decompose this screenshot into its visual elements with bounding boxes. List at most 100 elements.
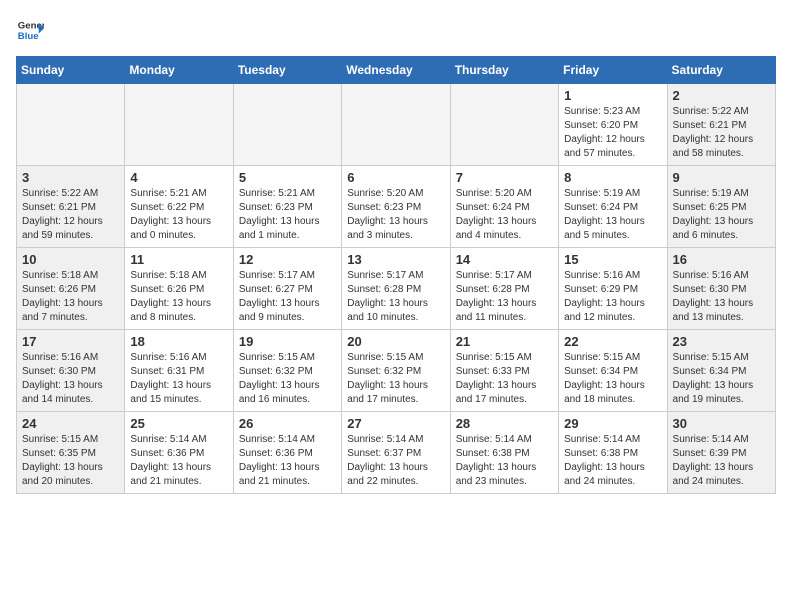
calendar-cell: 13 Sunrise: 5:17 AM Sunset: 6:28 PM Dayli… — [342, 248, 450, 330]
day-number: 16 — [673, 252, 770, 267]
week-row-3: 17 Sunrise: 5:16 AM Sunset: 6:30 PM Dayli… — [17, 330, 776, 412]
day-info: Sunrise: 5:14 AM Sunset: 6:36 PM Dayligh… — [239, 433, 336, 489]
calendar-cell: 11 Sunrise: 5:18 AM Sunset: 6:26 PM Dayli… — [125, 248, 233, 330]
day-number: 28 — [456, 416, 553, 431]
day-info: Sunrise: 5:20 AM Sunset: 6:23 PM Dayligh… — [347, 187, 444, 243]
day-info: Sunrise: 5:19 AM Sunset: 6:25 PM Dayligh… — [673, 187, 770, 243]
day-info: Sunrise: 5:17 AM Sunset: 6:28 PM Dayligh… — [347, 269, 444, 325]
day-number: 11 — [130, 252, 227, 267]
day-number: 23 — [673, 334, 770, 349]
day-number: 26 — [239, 416, 336, 431]
weekday-header-wednesday: Wednesday — [342, 57, 450, 84]
day-info: Sunrise: 5:15 AM Sunset: 6:34 PM Dayligh… — [564, 351, 661, 407]
calendar-cell: 15 Sunrise: 5:16 AM Sunset: 6:29 PM Dayli… — [559, 248, 667, 330]
weekday-header-thursday: Thursday — [450, 57, 558, 84]
calendar-cell: 16Sunrise: 5:16 AM Sunset: 6:30 PM Dayli… — [667, 248, 775, 330]
day-number: 4 — [130, 170, 227, 185]
day-info: Sunrise: 5:14 AM Sunset: 6:39 PM Dayligh… — [673, 433, 770, 489]
week-row-0: 1Sunrise: 5:23 AM Sunset: 6:20 PM Daylig… — [17, 84, 776, 166]
day-number: 9 — [673, 170, 770, 185]
day-info: Sunrise: 5:18 AM Sunset: 6:26 PM Dayligh… — [22, 269, 119, 325]
svg-text:Blue: Blue — [18, 31, 39, 42]
day-number: 2 — [673, 88, 770, 103]
day-number: 27 — [347, 416, 444, 431]
day-number: 14 — [456, 252, 553, 267]
day-info: Sunrise: 5:16 AM Sunset: 6:31 PM Dayligh… — [130, 351, 227, 407]
day-number: 20 — [347, 334, 444, 349]
calendar-cell: 1Sunrise: 5:23 AM Sunset: 6:20 PM Daylig… — [559, 84, 667, 166]
day-number: 30 — [673, 416, 770, 431]
day-number: 1 — [564, 88, 661, 103]
day-number: 25 — [130, 416, 227, 431]
day-info: Sunrise: 5:21 AM Sunset: 6:22 PM Dayligh… — [130, 187, 227, 243]
day-number: 24 — [22, 416, 119, 431]
day-number: 22 — [564, 334, 661, 349]
day-info: Sunrise: 5:14 AM Sunset: 6:36 PM Dayligh… — [130, 433, 227, 489]
day-info: Sunrise: 5:19 AM Sunset: 6:24 PM Dayligh… — [564, 187, 661, 243]
day-number: 8 — [564, 170, 661, 185]
day-info: Sunrise: 5:16 AM Sunset: 6:29 PM Dayligh… — [564, 269, 661, 325]
calendar-cell: 3 Sunrise: 5:22 AM Sunset: 6:21 PM Daylig… — [17, 166, 125, 248]
calendar-cell: 6Sunrise: 5:20 AM Sunset: 6:23 PM Daylig… — [342, 166, 450, 248]
day-number: 21 — [456, 334, 553, 349]
weekday-header-friday: Friday — [559, 57, 667, 84]
day-number: 7 — [456, 170, 553, 185]
calendar-cell: 9 Sunrise: 5:19 AM Sunset: 6:25 PM Daylig… — [667, 166, 775, 248]
day-info: Sunrise: 5:18 AM Sunset: 6:26 PM Dayligh… — [130, 269, 227, 325]
day-number: 12 — [239, 252, 336, 267]
calendar-cell: 21 Sunrise: 5:15 AM Sunset: 6:33 PM Dayli… — [450, 330, 558, 412]
calendar-cell: 7 Sunrise: 5:20 AM Sunset: 6:24 PM Daylig… — [450, 166, 558, 248]
calendar-cell: 2 Sunrise: 5:22 AM Sunset: 6:21 PM Daylig… — [667, 84, 775, 166]
calendar-cell: 4 Sunrise: 5:21 AM Sunset: 6:22 PM Daylig… — [125, 166, 233, 248]
day-info: Sunrise: 5:22 AM Sunset: 6:21 PM Dayligh… — [22, 187, 119, 243]
weekday-header-monday: Monday — [125, 57, 233, 84]
week-row-2: 10 Sunrise: 5:18 AM Sunset: 6:26 PM Dayli… — [17, 248, 776, 330]
weekday-header-tuesday: Tuesday — [233, 57, 341, 84]
day-number: 18 — [130, 334, 227, 349]
calendar-cell: 26 Sunrise: 5:14 AM Sunset: 6:36 PM Dayli… — [233, 412, 341, 494]
day-info: Sunrise: 5:15 AM Sunset: 6:32 PM Dayligh… — [239, 351, 336, 407]
day-info: Sunrise: 5:21 AM Sunset: 6:23 PM Dayligh… — [239, 187, 336, 243]
weekday-header-saturday: Saturday — [667, 57, 775, 84]
calendar-cell: 18 Sunrise: 5:16 AM Sunset: 6:31 PM Dayli… — [125, 330, 233, 412]
day-number: 13 — [347, 252, 444, 267]
day-number: 3 — [22, 170, 119, 185]
logo-icon: General Blue — [16, 16, 44, 44]
calendar-cell: 29Sunrise: 5:14 AM Sunset: 6:38 PM Dayli… — [559, 412, 667, 494]
calendar-cell: 20 Sunrise: 5:15 AM Sunset: 6:32 PM Dayli… — [342, 330, 450, 412]
day-info: Sunrise: 5:17 AM Sunset: 6:28 PM Dayligh… — [456, 269, 553, 325]
day-info: Sunrise: 5:22 AM Sunset: 6:21 PM Dayligh… — [673, 105, 770, 161]
calendar-cell: 10 Sunrise: 5:18 AM Sunset: 6:26 PM Dayli… — [17, 248, 125, 330]
day-info: Sunrise: 5:15 AM Sunset: 6:32 PM Dayligh… — [347, 351, 444, 407]
week-row-1: 3 Sunrise: 5:22 AM Sunset: 6:21 PM Daylig… — [17, 166, 776, 248]
day-info: Sunrise: 5:14 AM Sunset: 6:38 PM Dayligh… — [456, 433, 553, 489]
day-info: Sunrise: 5:15 AM Sunset: 6:34 PM Dayligh… — [673, 351, 770, 407]
day-number: 10 — [22, 252, 119, 267]
calendar-cell — [450, 84, 558, 166]
calendar-cell: 8 Sunrise: 5:19 AM Sunset: 6:24 PM Daylig… — [559, 166, 667, 248]
calendar-cell: 5 Sunrise: 5:21 AM Sunset: 6:23 PM Daylig… — [233, 166, 341, 248]
day-info: Sunrise: 5:14 AM Sunset: 6:37 PM Dayligh… — [347, 433, 444, 489]
calendar-cell: 25 Sunrise: 5:14 AM Sunset: 6:36 PM Dayli… — [125, 412, 233, 494]
day-info: Sunrise: 5:15 AM Sunset: 6:35 PM Dayligh… — [22, 433, 119, 489]
day-number: 17 — [22, 334, 119, 349]
day-number: 15 — [564, 252, 661, 267]
logo: General Blue — [16, 16, 44, 44]
calendar-cell: 28 Sunrise: 5:14 AM Sunset: 6:38 PM Dayli… — [450, 412, 558, 494]
calendar-cell: 17 Sunrise: 5:16 AM Sunset: 6:30 PM Dayli… — [17, 330, 125, 412]
day-info: Sunrise: 5:14 AM Sunset: 6:38 PM Dayligh… — [564, 433, 661, 489]
calendar-cell: 24 Sunrise: 5:15 AM Sunset: 6:35 PM Dayli… — [17, 412, 125, 494]
day-info: Sunrise: 5:15 AM Sunset: 6:33 PM Dayligh… — [456, 351, 553, 407]
day-number: 5 — [239, 170, 336, 185]
weekday-header-sunday: Sunday — [17, 57, 125, 84]
calendar-cell: 14 Sunrise: 5:17 AM Sunset: 6:28 PM Dayli… — [450, 248, 558, 330]
calendar-header: SundayMondayTuesdayWednesdayThursdayFrid… — [17, 57, 776, 84]
week-row-4: 24 Sunrise: 5:15 AM Sunset: 6:35 PM Dayli… — [17, 412, 776, 494]
day-info: Sunrise: 5:20 AM Sunset: 6:24 PM Dayligh… — [456, 187, 553, 243]
calendar-cell — [125, 84, 233, 166]
calendar-cell: 12Sunrise: 5:17 AM Sunset: 6:27 PM Dayli… — [233, 248, 341, 330]
calendar-cell: 27 Sunrise: 5:14 AM Sunset: 6:37 PM Dayli… — [342, 412, 450, 494]
calendar-cell: 30 Sunrise: 5:14 AM Sunset: 6:39 PM Dayli… — [667, 412, 775, 494]
day-info: Sunrise: 5:16 AM Sunset: 6:30 PM Dayligh… — [22, 351, 119, 407]
header: General Blue — [16, 16, 776, 44]
